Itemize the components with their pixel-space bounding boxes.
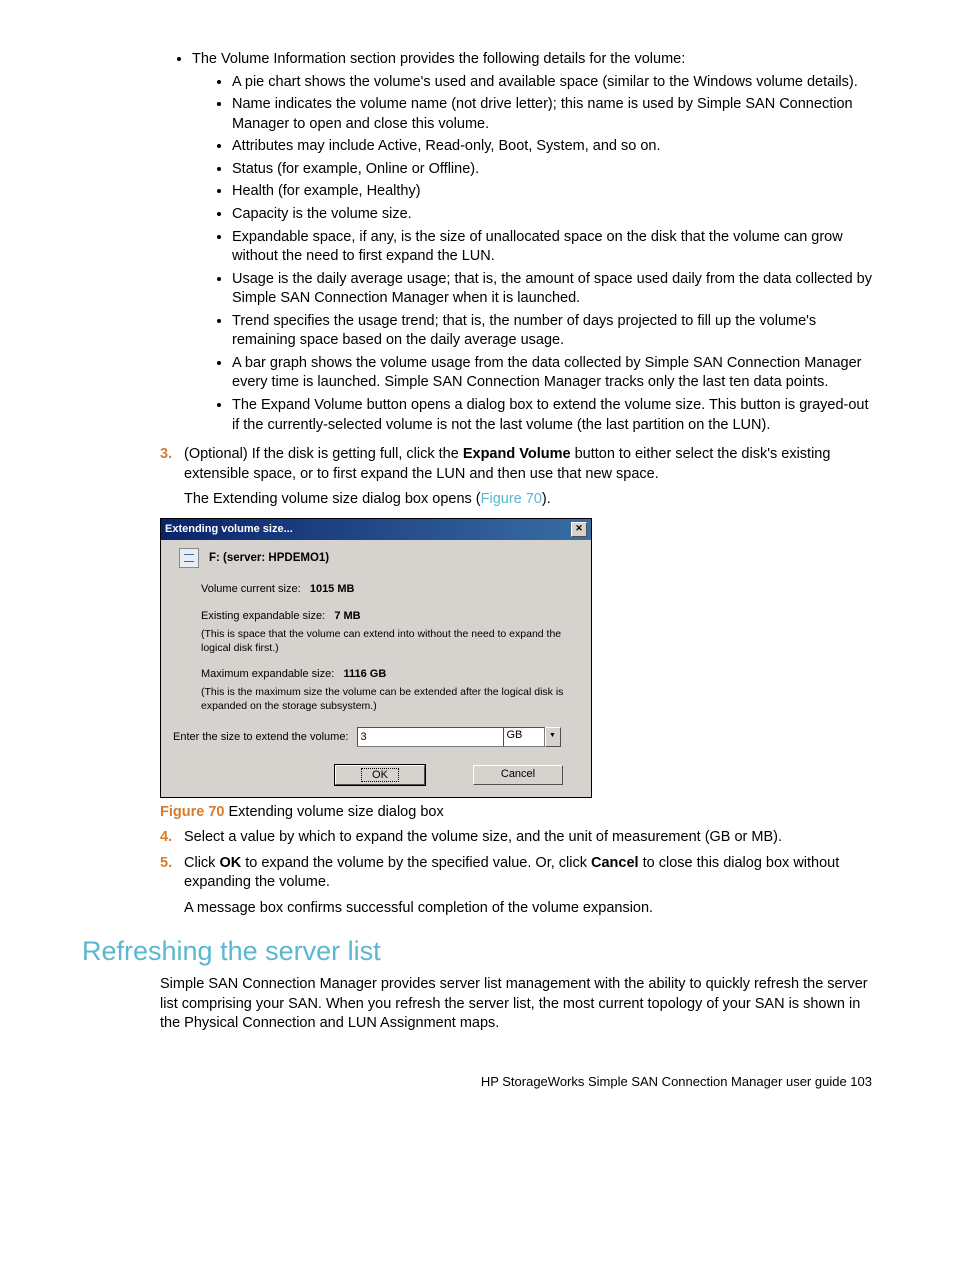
step-text: Select a value by which to expand the vo… (184, 829, 782, 845)
list-item: The Volume Information section provides … (192, 50, 872, 435)
current-size-label: Volume current size: (201, 583, 301, 595)
max-expandable-note: (This is the maximum size the volume can… (201, 685, 581, 713)
figure-link[interactable]: Figure 70 (481, 491, 542, 507)
numbered-steps: 3. (Optional) If the disk is getting ful… (82, 445, 872, 510)
list-item: Usage is the daily average usage; that i… (232, 270, 872, 309)
max-expandable-label: Maximum expandable size: (201, 668, 334, 680)
existing-expandable-label: Existing expandable size: (201, 610, 325, 622)
section-paragraph: Simple SAN Connection Manager provides s… (160, 975, 872, 1034)
figure-70: Extending volume size... ✕ F: (server: H… (160, 518, 872, 798)
step-number: 5. (160, 854, 172, 874)
list-item: Capacity is the volume size. (232, 205, 872, 225)
list-item: Status (for example, Online or Offline). (232, 160, 872, 180)
list-item: Name indicates the volume name (not driv… (232, 95, 872, 134)
step-3: 3. (Optional) If the disk is getting ful… (160, 445, 872, 510)
chevron-down-icon[interactable]: ▼ (545, 727, 561, 747)
list-item: A pie chart shows the volume's used and … (232, 73, 872, 93)
existing-expandable-note: (This is space that the volume can exten… (201, 627, 581, 655)
dialog-titlebar: Extending volume size... ✕ (161, 519, 591, 540)
step-text: (Optional) If the disk is getting full, … (184, 446, 463, 462)
list-item: Attributes may include Active, Read-only… (232, 137, 872, 157)
extend-size-input[interactable] (357, 727, 507, 747)
numbered-steps-continued: 4. Select a value by which to expand the… (82, 828, 872, 918)
list-item: Trend specifies the usage trend; that is… (232, 312, 872, 351)
disk-expand-icon (179, 548, 199, 568)
expand-volume-bold: Expand Volume (463, 446, 571, 462)
existing-expandable-value: 7 MB (334, 610, 360, 622)
max-expandable-value: 1116 GB (343, 668, 386, 680)
step-text: ). (542, 491, 551, 507)
figure-caption: Figure 70 Extending volume size dialog b… (160, 804, 872, 820)
dialog-title-text: Extending volume size... (165, 523, 293, 535)
extending-volume-dialog: Extending volume size... ✕ F: (server: H… (160, 518, 592, 798)
current-size-value: 1015 MB (310, 583, 355, 595)
list-item: Expandable space, if any, is the size of… (232, 228, 872, 267)
unit-value: GB (503, 727, 545, 747)
page-footer: HP StorageWorks Simple SAN Connection Ma… (82, 1074, 872, 1089)
step-text: to expand the volume by the specified va… (241, 855, 591, 871)
inner-bullet-list: A pie chart shows the volume's used and … (192, 73, 872, 436)
step-number: 3. (160, 445, 172, 465)
list-item: A bar graph shows the volume usage from … (232, 354, 872, 393)
step-text: The Extending volume size dialog box ope… (184, 491, 481, 507)
step-5: 5. Click OK to expand the volume by the … (160, 854, 872, 919)
unit-combobox[interactable]: GB ▼ (503, 727, 561, 747)
step-text: Click (184, 855, 219, 871)
ok-button[interactable]: OK (335, 765, 425, 785)
outer-bullet-list: The Volume Information section provides … (82, 50, 872, 435)
cancel-button[interactable]: Cancel (473, 765, 563, 785)
close-icon[interactable]: ✕ (571, 522, 587, 537)
list-item: The Expand Volume button opens a dialog … (232, 396, 872, 435)
extend-size-label: Enter the size to extend the volume: (173, 731, 349, 743)
dialog-volume-header: F: (server: HPDEMO1) (209, 552, 329, 564)
figure-caption-text: Extending volume size dialog box (224, 804, 443, 820)
extend-size-spinner[interactable]: ▲ ▼ (357, 727, 467, 747)
cancel-bold: Cancel (591, 855, 639, 871)
step-number: 4. (160, 828, 172, 848)
step-text: A message box confirms successful comple… (184, 899, 872, 919)
list-item: Health (for example, Healthy) (232, 182, 872, 202)
figure-number: Figure 70 (160, 804, 224, 820)
section-heading-refreshing: Refreshing the server list (82, 936, 872, 967)
bullet-text: The Volume Information section provides … (192, 51, 685, 67)
step-4: 4. Select a value by which to expand the… (160, 828, 872, 848)
ok-bold: OK (219, 855, 241, 871)
